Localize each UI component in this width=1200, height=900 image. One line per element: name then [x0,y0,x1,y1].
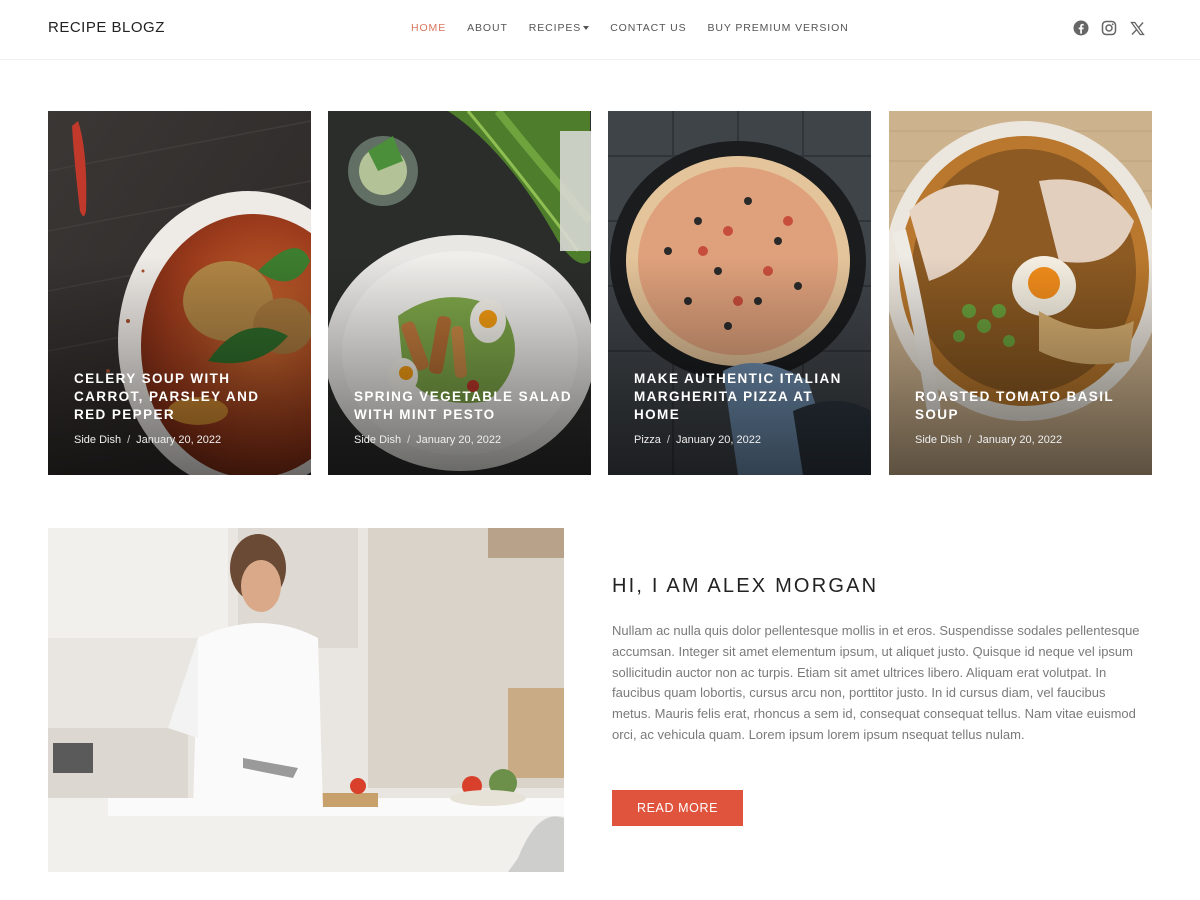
featured-recipes: CELERY SOUP WITH CARROT, PARSLEY AND RED… [48,111,1152,475]
recipe-date[interactable]: January 20, 2022 [977,434,1062,446]
recipe-card-meta: Pizza / January 20, 2022 [634,434,857,446]
recipe-card-text: MAKE AUTHENTIC ITALIAN MARGHERITA PIZZA … [634,370,857,446]
recipe-date[interactable]: January 20, 2022 [416,434,501,446]
recipe-card-text: CELERY SOUP WITH CARROT, PARSLEY AND RED… [74,370,297,446]
recipe-card[interactable]: CELERY SOUP WITH CARROT, PARSLEY AND RED… [48,111,311,475]
recipe-card-text: SPRING VEGETABLE SALAD WITH MINT PESTO S… [354,388,577,446]
nav-item-buy-premium[interactable]: BUY PREMIUM VERSION [707,22,848,34]
recipe-date[interactable]: January 20, 2022 [136,434,221,446]
nav-item-label: ABOUT [467,22,508,34]
main-nav: HOME ABOUT RECIPES CONTACT US BUY PREMIU… [411,22,870,34]
nav-item-label: CONTACT US [610,22,687,34]
x-icon[interactable] [1128,19,1146,37]
meta-separator: / [666,434,670,446]
nav-item-home[interactable]: HOME [411,22,446,34]
recipe-card[interactable]: MAKE AUTHENTIC ITALIAN MARGHERITA PIZZA … [608,111,871,475]
author-photo [48,528,564,872]
about-heading: HI, I AM ALEX MORGAN [612,575,879,597]
chevron-down-icon [583,26,590,30]
recipe-card-meta: Side Dish / January 20, 2022 [354,434,577,446]
nav-item-label: RECIPES [528,22,582,34]
recipe-card[interactable]: SPRING VEGETABLE SALAD WITH MINT PESTO S… [328,111,591,475]
recipe-card-meta: Side Dish / January 20, 2022 [74,434,297,446]
meta-separator: / [968,434,972,446]
about-paragraph: Nullam ac nulla quis dolor pellentesque … [612,623,1140,742]
recipe-category-link[interactable]: Side Dish [74,434,121,446]
meta-separator: / [127,434,131,446]
about-section: HI, I AM ALEX MORGAN Nullam ac nulla qui… [612,575,1152,746]
recipe-category-link[interactable]: Side Dish [915,434,962,446]
nav-item-recipes[interactable]: RECIPES [528,22,590,34]
nav-item-about[interactable]: ABOUT [467,22,508,34]
instagram-icon[interactable] [1100,19,1118,37]
facebook-icon[interactable] [1072,19,1090,37]
recipe-date[interactable]: January 20, 2022 [676,434,761,446]
recipe-card-meta: Side Dish / January 20, 2022 [915,434,1138,446]
meta-separator: / [407,434,411,446]
recipe-category-link[interactable]: Side Dish [354,434,401,446]
recipe-card[interactable]: ROASTED TOMATO BASIL SOUP Side Dish / Ja… [889,111,1152,475]
nav-item-contact-us[interactable]: CONTACT US [610,22,686,34]
recipe-category-link[interactable]: Pizza [634,434,661,446]
recipe-card-text: ROASTED TOMATO BASIL SOUP Side Dish / Ja… [915,388,1138,446]
nav-item-label: HOME [411,22,447,34]
recipe-card-title[interactable]: MAKE AUTHENTIC ITALIAN MARGHERITA PIZZA … [634,370,857,424]
recipe-card-title[interactable]: CELERY SOUP WITH CARROT, PARSLEY AND RED… [74,370,297,424]
nav-item-label: BUY PREMIUM VERSION [707,22,849,34]
kitchen-photo [48,528,564,872]
read-more-button[interactable]: READ MORE [612,790,743,826]
site-header: RECIPE BLOGZ HOME ABOUT RECIPES CONTACT … [0,0,1200,60]
site-logo[interactable]: RECIPE BLOGZ [48,19,165,36]
recipe-card-title[interactable]: SPRING VEGETABLE SALAD WITH MINT PESTO [354,388,577,424]
recipe-card-title[interactable]: ROASTED TOMATO BASIL SOUP [915,388,1138,424]
social-links [1072,19,1156,37]
